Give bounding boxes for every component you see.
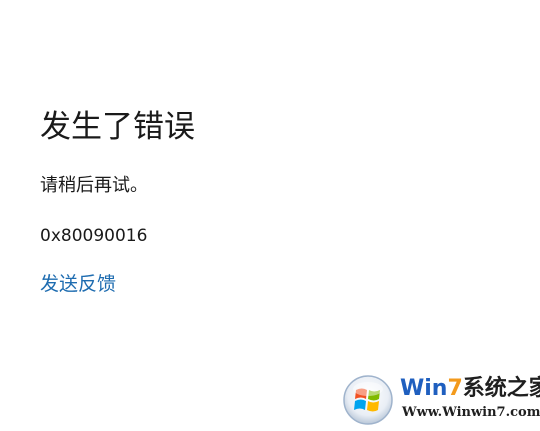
error-content: 发生了错误 请稍后再试。 0x80090016 发送反馈 [40,106,500,296]
error-title: 发生了错误 [40,109,195,145]
watermark-url: Www.Winwin7.com [402,405,540,420]
watermark-logo: Win7系统之家 Www.Winwin7.com [342,372,540,428]
watermark-name-orange: 7 [447,376,463,401]
watermark-site-name: Win7系统之家 [400,376,540,402]
send-feedback-link[interactable]: 发送反馈 [40,272,116,296]
windows-orb-icon [343,375,393,425]
error-message: 请稍后再试。 [40,175,148,196]
watermark-name-blue: Win [400,376,448,401]
watermark-name-rest: 系统之家 [462,376,540,401]
error-page: 发生了错误 请稍后再试。 0x80090016 发送反馈 Win7系统之家 Ww… [0,0,540,431]
error-code: 0x80090016 [40,226,148,246]
